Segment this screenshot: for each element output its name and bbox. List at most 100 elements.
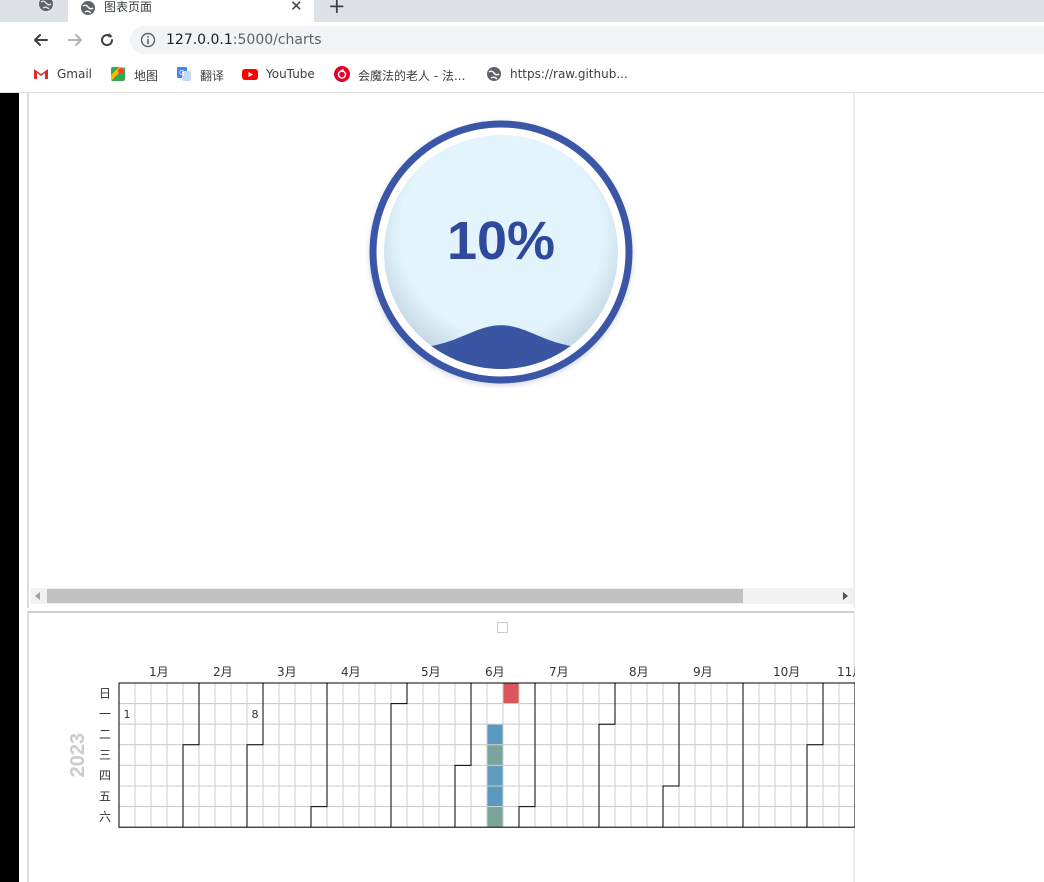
tab-charts[interactable]: 图表页面 ✕ — [68, 0, 314, 22]
calendar-day-cell — [646, 785, 664, 808]
calendar-day-cell — [182, 703, 200, 725]
tab-title: 图表页面 — [104, 0, 153, 14]
calendar-day-cell — [310, 764, 328, 787]
bookmark-label: 翻译 — [200, 69, 225, 83]
calendar-day-cell — [518, 785, 536, 808]
back-arrow-icon[interactable] — [32, 31, 50, 49]
calendar-day-cell — [630, 785, 648, 808]
calendar-day-cell — [118, 785, 136, 808]
calendar-day-cell — [294, 723, 312, 746]
globe-icon[interactable] — [38, 0, 54, 12]
calendar-day-cell — [454, 806, 472, 828]
calendar-day-cell — [710, 785, 728, 808]
calendar-day-cell — [582, 744, 600, 766]
calendar-day-cell — [166, 744, 184, 766]
calendar-day-cell — [534, 682, 552, 705]
calendar-day-cell — [246, 806, 264, 828]
calendar-day-cell — [214, 723, 232, 746]
scroll-right-arrow-icon[interactable] — [843, 592, 848, 600]
horizontal-scrollbar[interactable] — [31, 588, 853, 604]
calendar-day-cell — [278, 703, 296, 725]
forward-arrow-icon[interactable] — [66, 31, 84, 49]
cell-value-label: 1 — [124, 708, 131, 721]
calendar-day-cell — [710, 723, 728, 746]
calendar-day-cell — [246, 723, 264, 746]
calendar-day-cell — [598, 785, 616, 808]
calendar-day-cell — [198, 682, 216, 705]
calendar-day-cell — [278, 682, 296, 705]
gauge-percent-label: 10% — [446, 211, 556, 271]
calendar-day-cell — [470, 723, 488, 746]
calendar-day-cell — [326, 764, 344, 787]
calendar-day-cell — [550, 723, 568, 746]
calendar-day-cell — [502, 785, 520, 808]
calendar-day-cell — [390, 744, 408, 766]
browser-toolbar: 127.0.0.1:5000/charts — [0, 22, 1044, 58]
calendar-day-cell — [742, 744, 760, 766]
month-label: 2月 — [213, 665, 233, 679]
calendar-day-cell — [518, 703, 536, 725]
bookmark-label: 地图 — [134, 69, 159, 83]
calendar-day-cell — [838, 682, 855, 705]
translate-icon: G — [177, 67, 191, 81]
calendar-day-cell — [214, 764, 232, 787]
calendar-day-cell — [390, 806, 408, 828]
calendar-day-cell — [662, 764, 680, 787]
address-bar[interactable]: 127.0.0.1:5000/charts — [130, 26, 1044, 54]
url-text[interactable]: 127.0.0.1:5000/charts — [166, 32, 322, 48]
calendar-day-cell — [614, 764, 632, 787]
calendar-day-cell — [630, 806, 648, 828]
month-label: 1月 — [149, 665, 169, 679]
new-tab-button[interactable]: + — [328, 0, 346, 18]
calendar-day-cell — [438, 785, 456, 808]
calendar-day-cell — [694, 785, 712, 808]
close-icon[interactable]: ✕ — [290, 0, 303, 15]
calendar-day-cell — [534, 703, 552, 725]
calendar-day-cell — [342, 723, 360, 746]
calendar-day-cell — [822, 723, 840, 746]
calendar-day-cell — [806, 806, 824, 828]
calendar-day-cell — [326, 703, 344, 725]
youtube-icon — [242, 69, 258, 80]
calendar-day-cell — [326, 723, 344, 746]
legend-marker[interactable] — [497, 622, 508, 633]
info-icon[interactable] — [140, 32, 156, 48]
calendar-day-cell — [662, 682, 680, 705]
calendar-day-cell — [134, 703, 152, 725]
calendar-day-cell — [422, 723, 440, 746]
calendar-day-cell — [230, 764, 248, 787]
calendar-day-cell — [838, 703, 855, 725]
calendar-day-cell — [710, 764, 728, 787]
calendar-day-cell — [454, 723, 472, 746]
url-path: :5000/charts — [232, 32, 322, 48]
calendar-day-cell — [198, 785, 216, 808]
calendar-day-cell — [678, 723, 696, 746]
scrollbar-thumb[interactable] — [47, 589, 743, 603]
calendar-day-cell — [150, 744, 168, 766]
calendar-day-cell — [326, 682, 344, 705]
calendar-day-cell — [406, 764, 424, 787]
calendar-day-cell — [358, 806, 376, 828]
calendar-day-cell — [246, 785, 264, 808]
calendar-day-cell — [758, 703, 776, 725]
scroll-left-arrow-icon[interactable] — [35, 592, 40, 600]
calendar-day-cell — [694, 806, 712, 828]
calendar-day-cell — [262, 785, 280, 808]
calendar-day-cell — [758, 785, 776, 808]
reload-icon[interactable] — [98, 31, 116, 49]
calendar-day-cell — [598, 682, 616, 705]
calendar-day-cell — [150, 682, 168, 705]
calendar-day-cell — [518, 806, 536, 828]
calendar-heatmap: 1月 2月 3月 4月 5月 6月 7月 8月 9月 10月 11月日一二三四五六 2023 1 8 — [67, 665, 855, 828]
calendar-day-cell — [326, 744, 344, 766]
calendar-day-cell — [534, 785, 552, 808]
calendar-day-cell — [614, 723, 632, 746]
calendar-day-cell — [806, 785, 824, 808]
calendar-day-cell — [774, 764, 792, 787]
calendar-day-cell — [566, 744, 584, 766]
calendar-day-cell — [566, 682, 584, 705]
calendar-day-cell — [374, 744, 392, 766]
calendar-day-cell — [806, 744, 824, 766]
calendar-day-cell — [598, 723, 616, 746]
calendar-day-cell — [438, 682, 456, 705]
